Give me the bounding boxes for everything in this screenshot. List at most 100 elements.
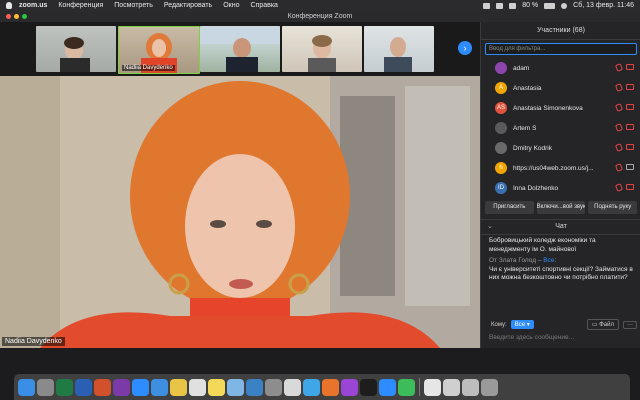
thumbnail-strip: Nadiia Davydenko › [0,22,480,76]
safari-icon[interactable] [303,378,320,396]
chevron-down-icon[interactable]: ⌄ [487,220,493,234]
appstore-icon[interactable] [132,378,149,396]
dock-separator [419,378,420,396]
file-label: Файл [599,322,614,328]
main-video: Nadiia Davydenko [0,76,480,348]
firefox-icon[interactable] [322,378,339,396]
zoom-status-icon[interactable] [483,2,491,9]
facetime-icon[interactable] [398,378,415,396]
speaker-name-label: Nadiia Davydenko [2,337,65,346]
menu-edit[interactable]: Редактировать [164,2,212,9]
tv-icon[interactable] [360,378,377,396]
mic-muted-icon[interactable] [614,143,624,152]
participant-row[interactable]: AS Anastasia Simonenkova [481,98,640,118]
recipient-select[interactable]: Все ▾ [510,320,534,329]
keynote-icon[interactable] [246,378,263,396]
battery-icon[interactable] [544,2,556,9]
to-label: Кому: [491,321,507,328]
participant-status [614,103,634,112]
participant-status [614,83,634,92]
onenote-icon[interactable] [113,378,130,396]
fullscreen-icon[interactable] [22,14,27,19]
excel-icon[interactable] [56,378,73,396]
launchpad-icon[interactable] [37,378,54,396]
participant-video [200,26,280,72]
mic-muted-icon[interactable] [614,63,624,72]
menu-app-name[interactable]: zoom.us [19,2,47,9]
chat-controls: Кому: Все ▾ ▭ Файл ··· [481,319,640,330]
trash-icon[interactable] [481,378,498,396]
mic-muted-icon[interactable] [614,163,624,172]
participant-row[interactable]: Dmitry Kodrik [481,138,640,158]
recipient-value: Все [514,322,526,328]
menu-view[interactable]: Посмотреть [114,2,153,9]
participant-row[interactable]: h https://us04web.zoom.us/j... [481,158,640,178]
participant-row[interactable]: A Anastasia [481,78,640,98]
doc2-icon[interactable] [443,378,460,396]
video-off-icon [626,164,634,170]
video-off-icon [626,184,634,190]
cloud-icon[interactable] [496,2,504,9]
participant-list: adam A Anastasia AS Anastasia Simonenkov… [481,58,640,198]
file-button[interactable]: ▭ Файл [586,319,619,330]
finder-icon[interactable] [18,378,35,396]
participant-filter-input[interactable]: Ввод для фильтра... [485,43,637,55]
invite-button[interactable]: Пригласить [485,201,534,214]
minimize-icon[interactable] [14,14,19,19]
mic-muted-icon[interactable] [614,123,624,132]
participant-status [614,143,634,152]
chat-input[interactable]: Введите здесь сообщение... [489,334,633,341]
powerpoint-icon[interactable] [94,378,111,396]
text-icon[interactable] [284,378,301,396]
participant-row[interactable]: adam [481,58,640,78]
chat-message-text: Чи є університеті спортивні секції? Займ… [489,265,633,282]
chevron-right-icon: › [463,43,467,53]
menu-help[interactable]: Справка [250,2,277,9]
video-thumbnail[interactable] [200,26,280,72]
apple-icon[interactable] [6,2,12,9]
recipient-name: Все [543,257,555,264]
status-area: 80 % Сб, 13 февр. 11:46 [483,2,634,9]
video-thumbnail[interactable] [282,26,362,72]
video-thumbnail[interactable] [36,26,116,72]
menu-conference[interactable]: Конференция [58,2,103,9]
onedrive-icon[interactable] [151,378,168,396]
video-thumbnail-active[interactable]: Nadiia Davydenko [118,26,200,74]
menu-window[interactable]: Окно [223,2,239,9]
window-title: Конференция Zoom [287,13,353,20]
preview-icon[interactable] [227,378,244,396]
photos-icon[interactable] [170,378,187,396]
participant-row[interactable]: Artem S [481,118,640,138]
participant-name: Anastasia [513,84,542,92]
settings-icon[interactable] [265,378,282,396]
chrome-icon[interactable] [189,378,206,396]
zoom-icon[interactable] [379,378,396,396]
speaker-video [0,76,480,348]
raise-hand-button[interactable]: Поднять руку [588,201,638,214]
next-page-button[interactable]: › [458,41,472,55]
chat-messages: Бобровицький коледж економіки та менеджм… [481,235,640,319]
wifi-icon[interactable] [509,2,517,9]
participant-row[interactable]: ID Inna Dolzhenko [481,178,640,198]
dock [14,374,630,400]
mic-muted-icon[interactable] [614,183,624,192]
chat-header: ⌄ Чат [481,219,640,235]
video-thumbnail[interactable] [364,26,434,72]
chat-message-text: Бобровицький коледж економіки та менеджм… [489,237,596,253]
word-icon[interactable] [75,378,92,396]
doc3-icon[interactable] [462,378,479,396]
datetime[interactable]: Сб, 13 февр. 11:46 [573,2,634,9]
mic-muted-icon[interactable] [614,103,624,112]
participant-name: Artem S [513,124,537,132]
doc-icon[interactable] [424,378,441,396]
unmute-button[interactable]: Включи...вой звук [536,201,586,214]
notes-icon[interactable] [208,378,225,396]
close-icon[interactable] [6,14,11,19]
podcasts-icon[interactable] [341,378,358,396]
participants-header: Участники (68) [481,22,640,40]
more-button[interactable]: ··· [623,320,637,329]
mic-muted-icon[interactable] [614,83,624,92]
window-titlebar: Конференция Zoom [0,11,640,22]
menu-bar: zoom.us Конференция Посмотреть Редактиро… [0,0,640,11]
search-icon[interactable] [561,2,568,9]
